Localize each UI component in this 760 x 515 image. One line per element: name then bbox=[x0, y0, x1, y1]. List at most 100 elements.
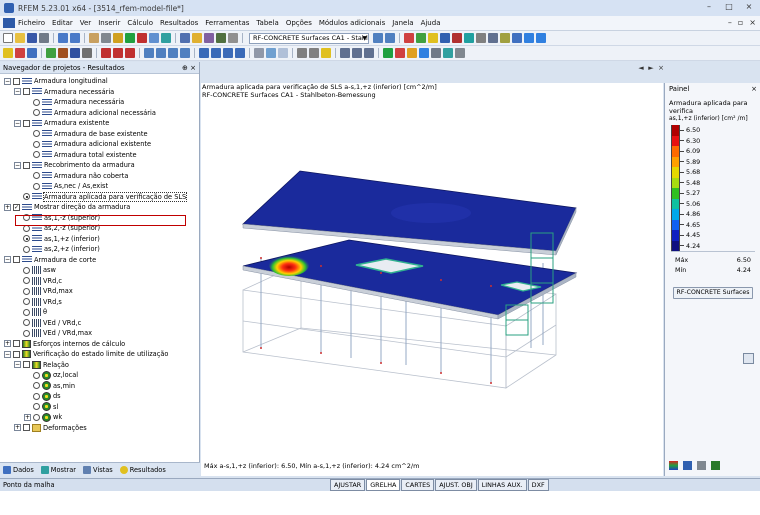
expand-icon[interactable]: + bbox=[4, 203, 11, 211]
tree-radio[interactable] bbox=[33, 140, 40, 148]
diagram-icon[interactable] bbox=[512, 33, 522, 43]
result-values-icon[interactable] bbox=[404, 33, 414, 43]
rotate-icon[interactable] bbox=[156, 48, 166, 58]
module-case-select[interactable]: RF-CONCRETE Surfaces CA1 - Stahlbet ▼ bbox=[249, 32, 369, 44]
render-icon[interactable] bbox=[266, 48, 276, 58]
section-icon[interactable] bbox=[476, 33, 486, 43]
expand-icon[interactable]: + bbox=[24, 413, 31, 421]
dimension-icon[interactable] bbox=[309, 48, 319, 58]
toggle-dxf[interactable]: DXF bbox=[527, 479, 549, 491]
values-on-surface-icon[interactable] bbox=[395, 48, 405, 58]
view-iso-icon[interactable] bbox=[199, 48, 209, 58]
previous-case-icon[interactable] bbox=[373, 33, 383, 43]
menu-resultados[interactable]: Resultados bbox=[160, 19, 198, 27]
tree-item[interactable]: + Mostrar direção da armadura bbox=[4, 202, 130, 213]
nodal-load-icon[interactable] bbox=[113, 48, 123, 58]
structure-3d-view[interactable] bbox=[201, 83, 663, 461]
minimize-button[interactable]: – bbox=[700, 1, 718, 13]
tree-item[interactable]: Armadura necessária bbox=[24, 97, 124, 108]
tree-checkbox[interactable] bbox=[23, 161, 30, 169]
surface-tool-icon[interactable] bbox=[46, 48, 56, 58]
max-min-icon[interactable] bbox=[452, 33, 462, 43]
tree-item[interactable]: as,2,+z (inferior) bbox=[14, 244, 100, 255]
panel-settings-icon[interactable] bbox=[743, 353, 754, 364]
filter-icon[interactable] bbox=[192, 33, 202, 43]
menu-calculo[interactable]: Cálculo bbox=[127, 19, 153, 27]
tree-item[interactable]: − Armadura longitudinal bbox=[4, 76, 108, 87]
tree-radio[interactable] bbox=[33, 151, 40, 159]
tree-radio[interactable] bbox=[33, 182, 40, 190]
doc-minimize-button[interactable]: – bbox=[728, 18, 732, 27]
tree-item[interactable]: + wk bbox=[24, 412, 62, 423]
tree-radio[interactable] bbox=[23, 329, 30, 337]
collapse-icon[interactable]: − bbox=[14, 161, 21, 169]
tree-radio[interactable] bbox=[33, 109, 40, 117]
tree-item[interactable]: + Deformações bbox=[14, 423, 87, 434]
mirror-icon[interactable] bbox=[168, 48, 178, 58]
calculate-icon[interactable] bbox=[113, 33, 123, 43]
view-y-icon[interactable] bbox=[223, 48, 233, 58]
tree-item[interactable]: as,1,+z (inferior) bbox=[14, 234, 100, 245]
list-tab-icon[interactable] bbox=[711, 461, 720, 470]
hinge-tool-icon[interactable] bbox=[82, 48, 92, 58]
pointer-icon[interactable] bbox=[3, 48, 13, 58]
collapse-icon[interactable]: − bbox=[4, 77, 11, 85]
tree-radio[interactable] bbox=[23, 235, 30, 243]
tree-radio[interactable] bbox=[23, 287, 30, 295]
close-view-icon[interactable]: × bbox=[657, 64, 665, 72]
tree-checkbox[interactable] bbox=[23, 424, 30, 432]
previous-window-icon[interactable]: ◄ bbox=[637, 64, 645, 72]
grid-icon[interactable] bbox=[340, 48, 350, 58]
doc-restore-button[interactable]: ▫ bbox=[738, 18, 743, 27]
save-icon[interactable] bbox=[27, 33, 37, 43]
smooth-icon[interactable] bbox=[488, 33, 498, 43]
tree-item[interactable]: asw bbox=[14, 265, 56, 276]
tree-item[interactable]: θ bbox=[14, 307, 47, 318]
tree-item[interactable]: Armadura total existente bbox=[24, 150, 137, 161]
line-load-icon[interactable] bbox=[125, 48, 135, 58]
snap-icon[interactable] bbox=[352, 48, 362, 58]
info-icon[interactable] bbox=[524, 33, 534, 43]
tree-radio[interactable] bbox=[33, 403, 40, 411]
redo-icon[interactable] bbox=[70, 33, 80, 43]
export-icon[interactable] bbox=[443, 48, 453, 58]
coordinates-icon[interactable] bbox=[364, 48, 374, 58]
next-window-icon[interactable]: ► bbox=[647, 64, 655, 72]
transparency-icon[interactable] bbox=[278, 48, 288, 58]
tab-mostrar[interactable]: Mostrar bbox=[40, 465, 76, 474]
toggle-grelha[interactable]: GRELHA bbox=[366, 479, 401, 491]
report-icon[interactable] bbox=[228, 33, 238, 43]
tree-item[interactable]: as,min bbox=[24, 381, 75, 392]
tree-radio[interactable] bbox=[23, 277, 30, 285]
tree-item[interactable]: + Esforços internos de cálculo bbox=[4, 339, 125, 350]
tree-item[interactable]: Armadura não coberta bbox=[24, 171, 128, 182]
tree-radio[interactable] bbox=[23, 266, 30, 274]
settings-icon[interactable] bbox=[455, 48, 465, 58]
isolines-icon[interactable] bbox=[416, 33, 426, 43]
deformation-icon[interactable] bbox=[440, 33, 450, 43]
expand-icon[interactable]: + bbox=[4, 340, 11, 348]
comment-icon[interactable] bbox=[321, 48, 331, 58]
print-icon[interactable] bbox=[39, 33, 49, 43]
tab-resultados[interactable]: Resultados bbox=[119, 465, 166, 474]
model-icon[interactable] bbox=[89, 33, 99, 43]
isosurface-icon[interactable] bbox=[407, 48, 417, 58]
tree-item[interactable]: Armadura aplicada para verificação de SL… bbox=[14, 191, 188, 203]
tree-item[interactable]: VRd,s bbox=[14, 297, 62, 308]
tree-item[interactable]: − Armadura de corte bbox=[4, 255, 96, 266]
member-tool-icon[interactable] bbox=[27, 48, 37, 58]
tree-item[interactable]: − Armadura existente bbox=[14, 118, 109, 129]
menu-ficheiro[interactable]: Ficheiro bbox=[18, 19, 45, 27]
tree-checkbox[interactable] bbox=[13, 256, 20, 264]
tree-radio[interactable] bbox=[23, 319, 30, 327]
maximize-button[interactable]: □ bbox=[720, 1, 738, 13]
toggle-linhas-aux[interactable]: LINHAS AUX. bbox=[477, 479, 527, 491]
tree-radio[interactable] bbox=[33, 392, 40, 400]
loads-icon[interactable] bbox=[137, 33, 147, 43]
expand-icon[interactable]: + bbox=[14, 424, 21, 432]
next-case-icon[interactable] bbox=[385, 33, 395, 43]
rf-concrete-surfaces-button[interactable]: RF-CONCRETE Surfaces bbox=[673, 287, 753, 299]
undo-icon[interactable] bbox=[58, 33, 68, 43]
new-icon[interactable] bbox=[3, 33, 13, 43]
tree-radio[interactable] bbox=[33, 130, 40, 138]
